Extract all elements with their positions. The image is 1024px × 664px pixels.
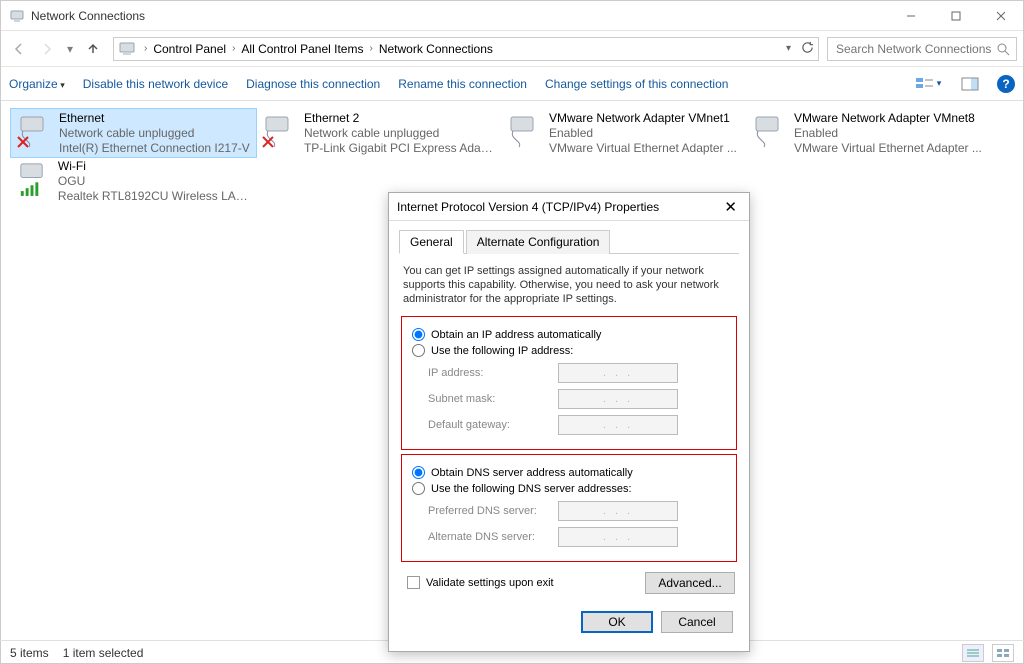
radio-ip-manual-label: Use the following IP address: [431,345,573,357]
minimize-button[interactable] [888,1,933,31]
chevron-right-icon: › [365,43,376,54]
connection-item-vmnet1[interactable]: VMware Network Adapter VMnet1 Enabled VM… [501,109,746,157]
radio-dns-manual-label: Use the following DNS server addresses: [431,483,632,495]
connection-item-vmnet8[interactable]: VMware Network Adapter VMnet8 Enabled VM… [746,109,991,157]
radio-dns-auto[interactable] [412,466,425,479]
address-icon [118,40,136,58]
up-button[interactable] [81,37,105,61]
breadcrumb-item[interactable]: Control Panel [151,42,228,56]
details-view-button[interactable] [962,644,984,662]
large-icons-view-button[interactable] [992,644,1014,662]
connection-device: VMware Virtual Ethernet Adapter ... [794,141,982,156]
preview-pane-button[interactable] [955,73,985,95]
dialog-tabs: General Alternate Configuration [399,229,739,254]
radio-dns-auto-label: Obtain DNS server address automatically [431,467,633,479]
connection-name: Ethernet [59,111,250,126]
titlebar: Network Connections [1,1,1023,31]
chevron-right-icon: › [140,43,151,54]
connection-status: Network cable unplugged [59,126,250,141]
forward-button[interactable] [35,37,59,61]
back-button[interactable] [7,37,31,61]
address-bar[interactable]: › Control Panel › All Control Panel Item… [113,37,819,61]
alternate-dns-input[interactable]: . . . [558,527,678,547]
connection-device: TP-Link Gigabit PCI Express Adap... [304,141,497,156]
connection-device: VMware Virtual Ethernet Adapter ... [549,141,737,156]
radio-ip-manual[interactable] [412,344,425,357]
ip-address-input[interactable]: . . . [558,363,678,383]
ok-button[interactable]: OK [581,611,653,633]
connection-device: Intel(R) Ethernet Connection I217-V [59,141,250,156]
breadcrumb-item[interactable]: All Control Panel Items [239,42,365,56]
validate-settings-label: Validate settings upon exit [426,577,554,589]
tab-alternate-configuration[interactable]: Alternate Configuration [466,230,611,254]
connection-item-wifi[interactable]: Wi-Fi OGU Realtek RTL8192CU Wireless LAN… [11,157,256,205]
search-input[interactable] [834,41,996,57]
connection-status: OGU [58,174,252,189]
dialog-info-text: You can get IP settings assigned automat… [399,254,739,312]
change-settings-button[interactable]: Change settings of this connection [545,77,728,91]
radio-dns-manual[interactable] [412,482,425,495]
chevron-right-icon: › [228,43,239,54]
default-gateway-input[interactable]: . . . [558,415,678,435]
connection-name: Wi-Fi [58,159,252,174]
command-bar: Organize Disable this network device Dia… [1,67,1023,101]
subnet-mask-label: Subnet mask: [428,393,558,405]
connection-name: Ethernet 2 [304,111,497,126]
ethernet-icon [260,111,298,151]
connection-name: VMware Network Adapter VMnet1 [549,111,737,126]
navbar: ▾ › Control Panel › All Control Panel It… [1,31,1023,67]
help-button[interactable]: ? [997,75,1015,93]
radio-ip-auto-label: Obtain an IP address automatically [431,329,601,341]
window-title: Network Connections [31,9,145,23]
breadcrumb-item[interactable]: Network Connections [377,42,495,56]
wifi-icon [15,159,52,199]
status-item-count: 5 items [10,646,49,660]
preferred-dns-label: Preferred DNS server: [428,505,558,517]
organize-menu[interactable]: Organize [9,77,65,91]
ethernet-icon [750,111,788,151]
subnet-mask-input[interactable]: . . . [558,389,678,409]
search-icon [996,42,1010,56]
disable-device-button[interactable]: Disable this network device [83,77,228,91]
connection-status: Enabled [794,126,982,141]
connection-status: Network cable unplugged [304,126,497,141]
connection-status: Enabled [549,126,737,141]
default-gateway-label: Default gateway: [428,419,558,431]
dialog-title: Internet Protocol Version 4 (TCP/IPv4) P… [397,200,659,214]
validate-settings-checkbox[interactable] [407,576,420,589]
refresh-button[interactable] [801,41,814,57]
recent-locations-button[interactable]: ▾ [63,37,77,61]
tab-general[interactable]: General [399,230,464,254]
connection-item-ethernet[interactable]: Ethernet Network cable unplugged Intel(R… [11,109,256,157]
connection-device: Realtek RTL8192CU Wireless LAN ... [58,189,252,204]
chevron-down-icon[interactable]: ▾ [782,43,795,54]
diagnose-button[interactable]: Diagnose this connection [246,77,380,91]
ip-settings-group: Obtain an IP address automatically Use t… [401,316,737,450]
properties-dialog: Internet Protocol Version 4 (TCP/IPv4) P… [388,192,750,652]
dialog-titlebar: Internet Protocol Version 4 (TCP/IPv4) P… [389,193,749,221]
dialog-close-button[interactable]: ✕ [720,198,741,216]
cancel-button[interactable]: Cancel [661,611,733,633]
alternate-dns-label: Alternate DNS server: [428,531,558,543]
dns-settings-group: Obtain DNS server address automatically … [401,454,737,562]
close-button[interactable] [978,1,1023,31]
ethernet-icon [15,111,53,151]
preferred-dns-input[interactable]: . . . [558,501,678,521]
app-icon [9,8,25,24]
radio-ip-auto[interactable] [412,328,425,341]
advanced-button[interactable]: Advanced... [645,572,735,594]
search-box[interactable] [827,37,1017,61]
ip-address-label: IP address: [428,367,558,379]
connection-name: VMware Network Adapter VMnet8 [794,111,982,126]
rename-button[interactable]: Rename this connection [398,77,527,91]
status-selected: 1 item selected [63,646,144,660]
connection-item-ethernet2[interactable]: Ethernet 2 Network cable unplugged TP-Li… [256,109,501,157]
ethernet-icon [505,111,543,151]
maximize-button[interactable] [933,1,978,31]
view-options-button[interactable]: ▾ [913,73,943,95]
